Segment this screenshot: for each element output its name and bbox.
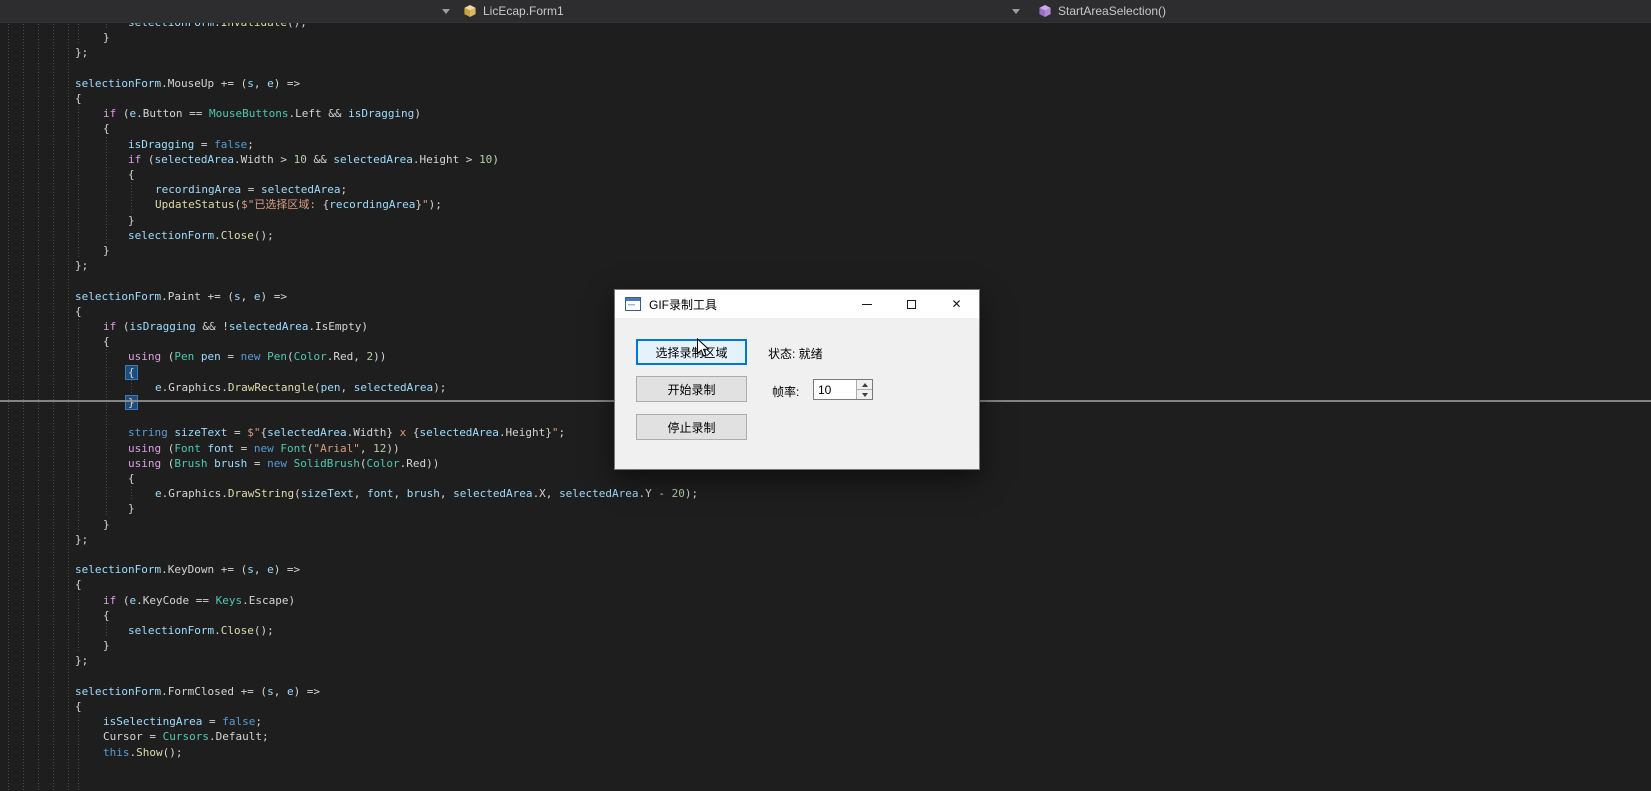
code-line: Cursor = Cursors.Default;	[103, 729, 269, 744]
code-line: }	[103, 30, 110, 45]
code-line: recordingArea = selectedArea;	[155, 182, 347, 197]
close-icon: ✕	[951, 298, 961, 310]
navbar-member-label: StartAreaSelection()	[1058, 4, 1166, 18]
spinner-up-button[interactable]	[857, 380, 872, 390]
code-line: };	[75, 45, 88, 60]
code-line: {	[75, 577, 82, 592]
mouse-cursor	[696, 338, 710, 363]
chevron-down-icon	[442, 9, 450, 14]
code-line: }	[103, 517, 110, 532]
dialog-title: GIF录制工具	[649, 296, 844, 313]
dialog-body: 选择录制区域 状态: 就绪 开始录制 帧率: 10 停止录制	[615, 318, 979, 469]
code-line: this.Show();	[103, 745, 183, 760]
class-icon	[463, 4, 477, 18]
dialog-titlebar[interactable]: GIF录制工具 ✕	[615, 290, 979, 318]
minimize-button[interactable]	[844, 291, 889, 318]
spinner-up-icon	[862, 383, 868, 387]
navbar-project-dropdown[interactable]	[0, 0, 458, 22]
code-line: if (selectedArea.Width > 10 && selectedA…	[128, 152, 499, 167]
gif-tool-dialog: GIF录制工具 ✕ 选择录制区域 状态: 就绪 开始录制 帧率: 10	[614, 289, 980, 470]
navbar-class-label: LicEcap.Form1	[483, 4, 564, 18]
code-line: };	[75, 258, 88, 273]
code-line: using (Pen pen = new Pen(Color.Red, 2))	[128, 349, 386, 364]
window-icon	[625, 297, 641, 311]
maximize-button[interactable]	[889, 291, 934, 318]
code-line: selectionForm.KeyDown += (s, e) =>	[75, 562, 300, 577]
code-line: using (Font font = new Font("Arial", 12)…	[128, 441, 400, 456]
start-record-button[interactable]: 开始录制	[636, 376, 747, 402]
select-area-button[interactable]: 选择录制区域	[636, 339, 747, 365]
code-line: if (isDragging && !selectedArea.IsEmpty)	[103, 319, 368, 334]
code-line: selectionForm.Close();	[128, 228, 274, 243]
code-line: {	[103, 121, 110, 136]
framerate-updown: 10	[813, 379, 873, 400]
navbar-member-dropdown[interactable]: StartAreaSelection()	[1028, 0, 1651, 22]
code-line: {	[103, 334, 110, 349]
status-label: 状态: 就绪	[768, 345, 823, 362]
stop-record-button[interactable]: 停止录制	[636, 414, 747, 440]
navigation-bar: LicEcap.Form1 StartAreaSelection()	[0, 0, 1651, 23]
code-line: }	[128, 213, 135, 228]
code-line: {	[128, 167, 135, 182]
maximize-icon	[907, 300, 916, 309]
code-line: isDragging = false;	[128, 137, 254, 152]
code-line: selectionForm.Paint += (s, e) =>	[75, 289, 287, 304]
code-line: {	[103, 608, 110, 623]
code-line: if (e.KeyCode == Keys.Escape)	[103, 593, 295, 608]
method-icon	[1038, 4, 1052, 18]
minimize-icon	[862, 304, 872, 305]
framerate-spinner	[856, 380, 872, 399]
close-button[interactable]: ✕	[934, 291, 979, 318]
chevron-down-icon	[1012, 9, 1020, 14]
navbar-class-dropdown[interactable]: LicEcap.Form1	[458, 0, 1028, 22]
code-line: selectionForm.FormClosed += (s, e) =>	[75, 684, 320, 699]
framerate-input[interactable]: 10	[814, 380, 856, 399]
code-line: };	[75, 532, 88, 547]
code-line: {	[128, 365, 135, 380]
code-line: {	[75, 304, 82, 319]
code-line: }	[128, 501, 135, 516]
code-line: UpdateStatus($"已选择区域: {recordingArea}");	[155, 197, 442, 212]
code-line: };	[75, 653, 88, 668]
code-line: }	[128, 395, 135, 410]
code-line: }	[103, 243, 110, 258]
framerate-label: 帧率:	[772, 383, 799, 400]
code-line: selectionForm.MouseUp += (s, e) =>	[75, 76, 300, 91]
code-line: }	[103, 638, 110, 653]
code-line: {	[128, 471, 135, 486]
code-line: {	[75, 91, 82, 106]
code-line: e.Graphics.DrawString(sizeText, font, br…	[155, 486, 698, 501]
spinner-down-button[interactable]	[857, 390, 872, 399]
code-line: selectionForm.Close();	[128, 623, 274, 638]
code-line: {	[75, 699, 82, 714]
code-line: if (e.Button == MouseButtons.Left && isD…	[103, 106, 421, 121]
spinner-down-icon	[862, 393, 868, 397]
code-line: string sizeText = $"{selectedArea.Width}…	[128, 425, 565, 440]
code-line: using (Brush brush = new SolidBrush(Colo…	[128, 456, 439, 471]
code-line: e.Graphics.DrawRectangle(pen, selectedAr…	[155, 380, 446, 395]
code-line: isSelectingArea = false;	[103, 714, 262, 729]
